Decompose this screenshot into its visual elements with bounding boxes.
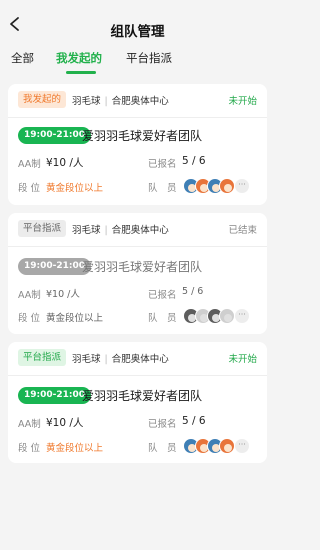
sport: 羽毛球 xyxy=(72,96,101,107)
source-tag: 平台指派 xyxy=(18,220,67,237)
team-card[interactable]: 平台指派 羽毛球 | 合肥奥体中心 已结束 19:00-21:00 爱羽羽毛球爱好者… xyxy=(8,213,267,334)
members-label: 队 员 xyxy=(148,313,177,324)
level-value: 黄金段位以上 xyxy=(46,313,104,324)
fee-label: AA制 xyxy=(18,290,41,301)
venue: 合肥奥体中心 xyxy=(111,225,169,236)
level-label: 段 位 xyxy=(18,313,41,324)
venue-info: 羽毛球 | 合肥奥体中心 xyxy=(72,225,169,236)
venue: 合肥奥体中心 xyxy=(111,96,169,107)
team-name: 爱羽羽毛球爱好者团队 xyxy=(82,129,203,143)
header: 组队管理 xyxy=(0,0,275,44)
signed-label: 已报名 xyxy=(148,290,177,301)
level-value: 黄金段位以上 xyxy=(46,443,104,454)
team-card[interactable]: 我发起的 羽毛球 | 合肥奥体中心 未开始 19:00-21:00 爱羽羽毛球爱好者… xyxy=(8,84,267,205)
signed-value: 5 / 6 xyxy=(182,286,204,297)
venue: 合肥奥体中心 xyxy=(111,354,169,365)
status-badge: 未开始 xyxy=(228,96,257,107)
fee-label: AA制 xyxy=(18,159,41,170)
time-badge: 19:00-21:00 xyxy=(18,127,92,144)
fee-value: ¥10 /人 xyxy=(46,157,84,169)
card-header: 平台指派 羽毛球 | 合肥奥体中心 未开始 xyxy=(8,342,267,376)
more-members-icon[interactable]: ··· xyxy=(235,439,249,453)
avatar xyxy=(219,438,235,454)
more-members-icon[interactable]: ··· xyxy=(235,179,249,193)
avatar xyxy=(219,308,235,324)
status-badge: 未开始 xyxy=(228,354,257,365)
level-label: 段 位 xyxy=(18,183,41,194)
fee-label: AA制 xyxy=(18,419,41,430)
card-header: 平台指派 羽毛球 | 合肥奥体中心 已结束 xyxy=(8,213,267,247)
team-name: 爱羽羽毛球爱好者团队 xyxy=(82,260,203,274)
card-header: 我发起的 羽毛球 | 合肥奥体中心 未开始 xyxy=(8,84,267,118)
page-title: 组队管理 xyxy=(110,24,165,40)
members-label: 队 员 xyxy=(148,443,177,454)
signed-value: 5 / 6 xyxy=(182,155,206,167)
level-value: 黄金段位以上 xyxy=(46,183,104,194)
source-tag: 我发起的 xyxy=(18,91,67,108)
venue-info: 羽毛球 | 合肥奥体中心 xyxy=(72,96,169,107)
sport: 羽毛球 xyxy=(72,354,101,365)
tab-initiated[interactable]: 我发起的 xyxy=(56,50,102,66)
level-label: 段 位 xyxy=(18,443,41,454)
avatar xyxy=(219,178,235,194)
time-badge: 19:00-21:00 xyxy=(18,387,92,404)
tab-indicator xyxy=(66,71,96,74)
tab-all[interactable]: 全部 xyxy=(11,50,34,66)
fee-value: ¥10 /人 xyxy=(46,417,84,429)
venue-info: 羽毛球 | 合肥奥体中心 xyxy=(72,354,169,365)
team-card[interactable]: 平台指派 羽毛球 | 合肥奥体中心 未开始 19:00-21:00 爱羽羽毛球爱好者… xyxy=(8,342,267,463)
tab-assigned[interactable]: 平台指派 xyxy=(126,50,172,66)
members-label: 队 员 xyxy=(148,183,177,194)
signed-value: 5 / 6 xyxy=(182,415,206,427)
team-name: 爱羽羽毛球爱好者团队 xyxy=(82,389,203,403)
fee-value: ¥10 /人 xyxy=(46,289,80,300)
status-badge: 已结束 xyxy=(228,225,257,236)
sport: 羽毛球 xyxy=(72,225,101,236)
more-members-icon[interactable]: ··· xyxy=(235,309,249,323)
tab-bar: 全部 我发起的 平台指派 xyxy=(0,44,275,78)
signed-label: 已报名 xyxy=(148,159,177,170)
signed-label: 已报名 xyxy=(148,419,177,430)
source-tag: 平台指派 xyxy=(18,349,67,366)
time-badge: 19:00-21:00 xyxy=(18,258,92,275)
